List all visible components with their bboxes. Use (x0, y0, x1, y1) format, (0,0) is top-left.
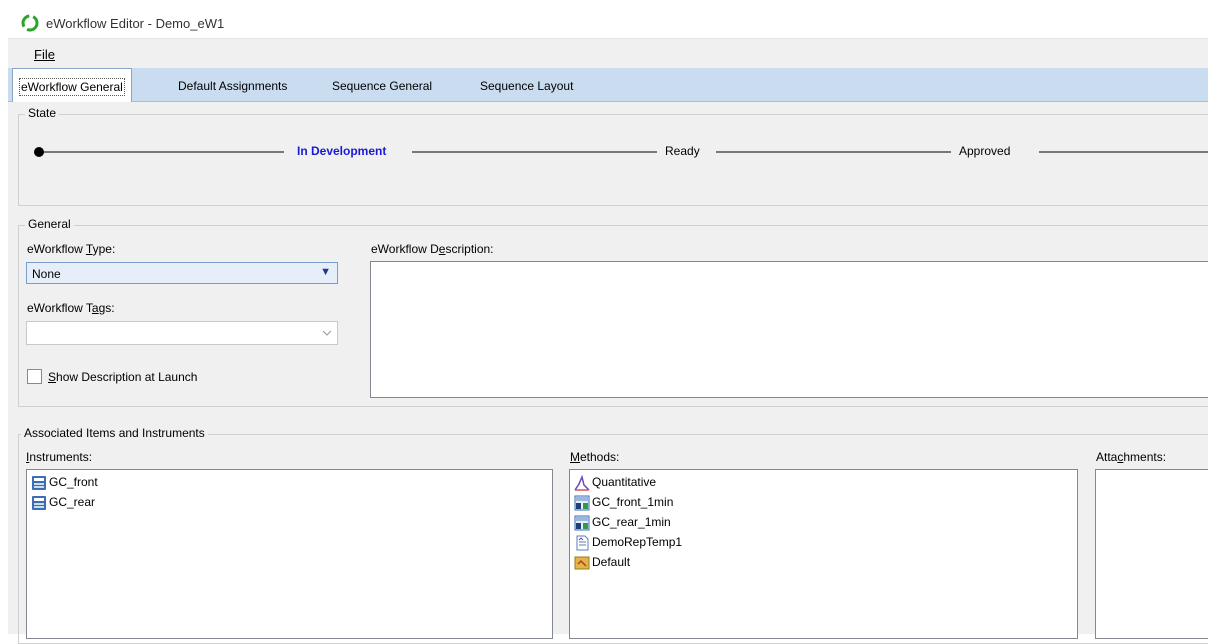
eworkflow-tags-combo[interactable] (26, 321, 338, 345)
tab-eworkflow-general[interactable]: eWorkflow General (12, 68, 132, 102)
dropdown-arrow-icon: ▼ (320, 266, 331, 278)
tab-label: Sequence General (332, 79, 433, 93)
instrument-icon (32, 475, 46, 490)
tab-content: State In Development Ready Approved Gene… (8, 102, 1208, 644)
menu-file[interactable]: File (34, 47, 55, 62)
state-legend: State (25, 106, 60, 120)
eworkflow-tags-label: eWorkflow Tags: (27, 301, 115, 315)
default-method-icon (574, 556, 590, 570)
attachments-list[interactable] (1095, 469, 1208, 639)
method-name: GC_front_1min (592, 495, 674, 509)
instrument-name: GC_front (49, 475, 98, 489)
method-name: DemoRepTemp1 (592, 535, 683, 549)
list-item[interactable]: Quantitative (574, 472, 656, 492)
window-title: eWorkflow Editor - Demo_eW1 (46, 16, 225, 31)
associated-legend: Associated Items and Instruments (21, 426, 208, 440)
tab-label: Sequence Layout (480, 79, 574, 93)
instruments-label: Instruments: (26, 450, 93, 464)
instruments-list[interactable]: GC_front GC_rear (26, 469, 553, 639)
list-item[interactable]: GC_rear_1min (574, 512, 671, 532)
attachments-label: Attachments: (1096, 450, 1167, 464)
menu-bar: File (8, 38, 1208, 69)
list-item[interactable]: GC_rear (31, 492, 95, 512)
state-approved: Approved (959, 144, 1011, 158)
general-legend: General (25, 217, 74, 231)
list-item[interactable]: GC_front_1min (574, 492, 673, 512)
state-ready: Ready (665, 144, 700, 158)
instrument-method-icon (574, 495, 590, 511)
tab-default-assignments[interactable]: Default Assignments (178, 68, 287, 101)
instrument-name: GC_rear (49, 495, 96, 509)
title-bar: eWorkflow Editor - Demo_eW1 (8, 8, 1208, 38)
methods-list[interactable]: Quantitative GC_front_1min GC_rear_1min … (569, 469, 1078, 639)
tab-sequence-layout[interactable]: Sequence Layout (480, 68, 573, 101)
eworkflow-type-select[interactable]: None ▼ (26, 262, 338, 284)
eworkflow-type-label: eWorkflow Type: (27, 242, 116, 256)
list-item[interactable]: Default (574, 552, 630, 572)
instrument-icon (32, 495, 46, 510)
method-name: Quantitative (592, 475, 657, 489)
methods-label: Methods: (570, 450, 620, 464)
eworkflow-type-value: None (32, 267, 61, 281)
tab-bar: eWorkflow General Default Assignments Se… (8, 68, 1208, 102)
app-icon (21, 14, 39, 32)
show-description-label[interactable]: Show Description at Launch (48, 370, 197, 384)
method-name: GC_rear_1min (592, 515, 671, 529)
general-group: General eWorkflow Type: None ▼ eWorkflow… (18, 217, 1208, 407)
eworkflow-description-label: eWorkflow Description: (371, 242, 494, 256)
instrument-method-icon (574, 515, 590, 531)
tab-sequence-general[interactable]: Sequence General (332, 68, 432, 101)
report-template-icon (576, 535, 589, 551)
tab-label: Default Assignments (178, 79, 288, 93)
eworkflow-description-input[interactable] (370, 261, 1208, 398)
tab-label: eWorkflow General (19, 78, 125, 96)
state-in-development: In Development (297, 144, 387, 158)
associated-group: Associated Items and Instruments Instrum… (18, 426, 1208, 644)
chevron-down-icon (322, 330, 332, 336)
show-description-checkbox[interactable] (27, 369, 42, 384)
method-name: Default (592, 555, 631, 569)
list-item[interactable]: DemoRepTemp1 (574, 532, 682, 552)
state-progress (34, 147, 1208, 157)
list-item[interactable]: GC_front (31, 472, 98, 492)
processing-method-icon (574, 474, 590, 491)
state-group: State In Development Ready Approved (18, 106, 1208, 206)
menu-file-label: File (34, 47, 55, 62)
